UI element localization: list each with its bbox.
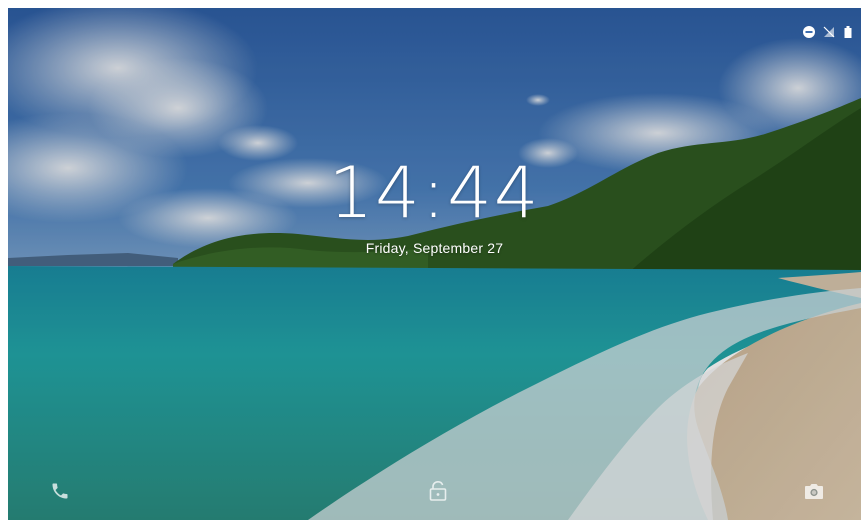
status-bar (803, 26, 853, 38)
do-not-disturb-icon (803, 26, 815, 38)
beach-wallpaper (8, 8, 861, 520)
unlock-icon[interactable] (422, 475, 454, 507)
lock-screen[interactable]: 14:44 Friday, September 27 (8, 8, 861, 520)
no-signal-icon (823, 26, 835, 38)
camera-icon[interactable] (798, 475, 830, 507)
clock-date: Friday, September 27 (365, 240, 504, 256)
phone-icon[interactable] (44, 475, 76, 507)
battery-icon (843, 26, 853, 38)
clock-time: 14:44 (328, 152, 541, 234)
